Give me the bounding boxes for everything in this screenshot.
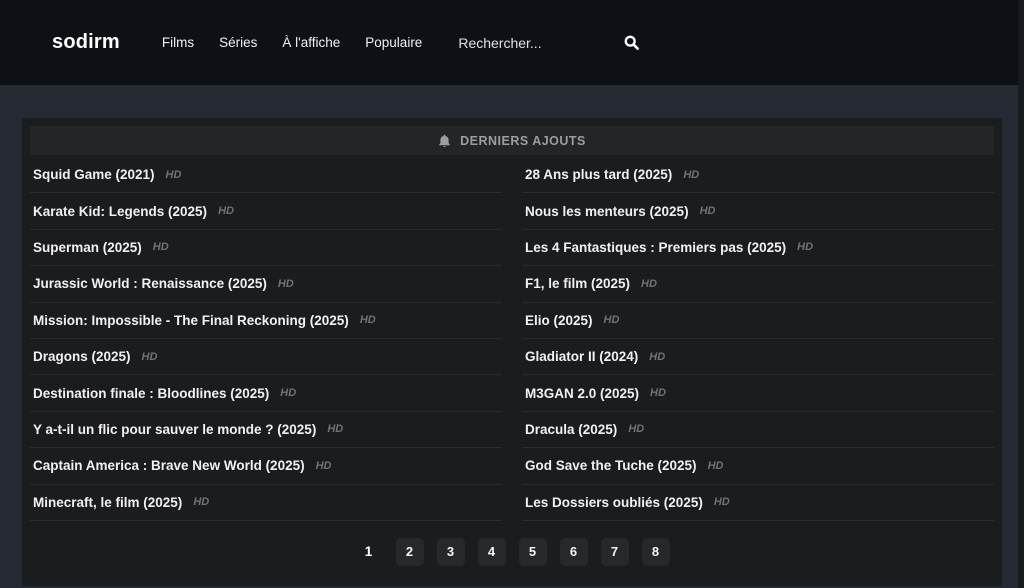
- movie-title: Nous les menteurs (2025): [525, 204, 689, 219]
- movie-title: Dracula (2025): [525, 422, 617, 437]
- hd-badge: HD: [708, 460, 724, 472]
- movie-title: Minecraft, le film (2025): [33, 495, 182, 510]
- page-button-2[interactable]: 2: [396, 538, 424, 566]
- movie-title: M3GAN 2.0 (2025): [525, 386, 639, 401]
- movie-item[interactable]: Destination finale : Bloodlines (2025) HD: [30, 375, 502, 411]
- hd-badge: HD: [683, 169, 699, 181]
- pagination: 1 2345678: [30, 538, 994, 566]
- movie-title: God Save the Tuche (2025): [525, 458, 697, 473]
- nav-link-s-ries[interactable]: Séries: [219, 35, 257, 50]
- movie-title: Y a-t-il un flic pour sauver le monde ? …: [33, 422, 316, 437]
- nav-link-films[interactable]: Films: [162, 35, 194, 50]
- hd-badge: HD: [218, 205, 234, 217]
- movie-title: Elio (2025): [525, 313, 593, 328]
- movie-item[interactable]: God Save the Tuche (2025) HD: [522, 448, 994, 484]
- page-button-6[interactable]: 6: [560, 538, 588, 566]
- movie-item[interactable]: Squid Game (2021) HD: [30, 157, 502, 193]
- hd-badge: HD: [641, 278, 657, 290]
- movie-item[interactable]: Mission: Impossible - The Final Reckonin…: [30, 303, 502, 339]
- scrollbar[interactable]: [1018, 0, 1024, 588]
- movie-title: F1, le film (2025): [525, 276, 630, 291]
- movie-item[interactable]: F1, le film (2025) HD: [522, 266, 994, 302]
- search-button[interactable]: [620, 31, 643, 54]
- movie-item[interactable]: Les Dossiers oubliés (2025) HD: [522, 485, 994, 521]
- hd-badge: HD: [700, 205, 716, 217]
- movie-item[interactable]: Minecraft, le film (2025) HD: [30, 485, 502, 521]
- movie-title: Jurassic World : Renaissance (2025): [33, 276, 267, 291]
- hd-badge: HD: [797, 241, 813, 253]
- search-input[interactable]: [458, 35, 608, 51]
- movie-title: Gladiator II (2024): [525, 349, 638, 364]
- movie-item[interactable]: Karate Kid: Legends (2025) HD: [30, 193, 502, 229]
- movie-title: Destination finale : Bloodlines (2025): [33, 386, 269, 401]
- movie-title: Dragons (2025): [33, 349, 131, 364]
- movie-item[interactable]: Y a-t-il un flic pour sauver le monde ? …: [30, 412, 502, 448]
- panel-header: DERNIERS AJOUTS: [30, 126, 994, 155]
- page-button-4[interactable]: 4: [478, 538, 506, 566]
- movie-item[interactable]: Captain America : Brave New World (2025)…: [30, 448, 502, 484]
- movie-item[interactable]: M3GAN 2.0 (2025) HD: [522, 375, 994, 411]
- hd-badge: HD: [650, 387, 666, 399]
- page-button-7[interactable]: 7: [601, 538, 629, 566]
- movie-title: Superman (2025): [33, 240, 142, 255]
- movie-column-right: 28 Ans plus tard (2025)HDNous les menteu…: [522, 157, 994, 521]
- hd-badge: HD: [153, 241, 169, 253]
- movie-item[interactable]: Superman (2025) HD: [30, 230, 502, 266]
- hd-badge: HD: [278, 278, 294, 290]
- movie-item[interactable]: Dracula (2025) HD: [522, 412, 994, 448]
- movie-title: Captain America : Brave New World (2025): [33, 458, 305, 473]
- nav-link--l-affiche[interactable]: À l'affiche: [282, 35, 340, 50]
- hd-badge: HD: [649, 351, 665, 363]
- movie-title: Les Dossiers oubliés (2025): [525, 495, 703, 510]
- movie-list: Squid Game (2021)HDKarate Kid: Legends (…: [30, 157, 994, 521]
- hd-badge: HD: [604, 314, 620, 326]
- movie-title: Karate Kid: Legends (2025): [33, 204, 207, 219]
- movie-item[interactable]: 28 Ans plus tard (2025) HD: [522, 157, 994, 193]
- movie-item[interactable]: Gladiator II (2024) HD: [522, 339, 994, 375]
- panel-title: DERNIERS AJOUTS: [460, 134, 586, 148]
- nav-links: Films Séries À l'affiche Populaire: [162, 35, 422, 50]
- hd-badge: HD: [142, 351, 158, 363]
- hd-badge: HD: [360, 314, 376, 326]
- movie-title: 28 Ans plus tard (2025): [525, 167, 672, 182]
- movie-title: Les 4 Fantastiques : Premiers pas (2025): [525, 240, 786, 255]
- main-content: DERNIERS AJOUTS Squid Game (2021)HDKarat…: [22, 118, 1002, 586]
- search-icon: [624, 35, 639, 50]
- hd-badge: HD: [714, 496, 730, 508]
- page-button-5[interactable]: 5: [519, 538, 547, 566]
- hd-badge: HD: [280, 387, 296, 399]
- hd-badge: HD: [327, 423, 343, 435]
- hd-badge: HD: [316, 460, 332, 472]
- movie-item[interactable]: Elio (2025) HD: [522, 303, 994, 339]
- movie-title: Squid Game (2021): [33, 167, 155, 182]
- site-logo[interactable]: sodirm: [52, 31, 120, 54]
- page-button-8[interactable]: 8: [642, 538, 670, 566]
- latest-additions-panel: DERNIERS AJOUTS Squid Game (2021)HDKarat…: [22, 118, 1002, 586]
- movie-item[interactable]: Jurassic World : Renaissance (2025) HD: [30, 266, 502, 302]
- hd-badge: HD: [193, 496, 209, 508]
- movie-item[interactable]: Dragons (2025) HD: [30, 339, 502, 375]
- hd-badge: HD: [628, 423, 644, 435]
- page-current[interactable]: 1: [355, 538, 383, 566]
- hd-badge: HD: [166, 169, 182, 181]
- page-button-3[interactable]: 3: [437, 538, 465, 566]
- movie-column-left: Squid Game (2021)HDKarate Kid: Legends (…: [30, 157, 502, 521]
- movie-title: Mission: Impossible - The Final Reckonin…: [33, 313, 349, 328]
- navbar: sodirm Films Séries À l'affiche Populaire: [0, 0, 1024, 85]
- nav-link-populaire[interactable]: Populaire: [365, 35, 422, 50]
- movie-item[interactable]: Les 4 Fantastiques : Premiers pas (2025)…: [522, 230, 994, 266]
- movie-item[interactable]: Nous les menteurs (2025) HD: [522, 193, 994, 229]
- bell-icon: [438, 134, 451, 148]
